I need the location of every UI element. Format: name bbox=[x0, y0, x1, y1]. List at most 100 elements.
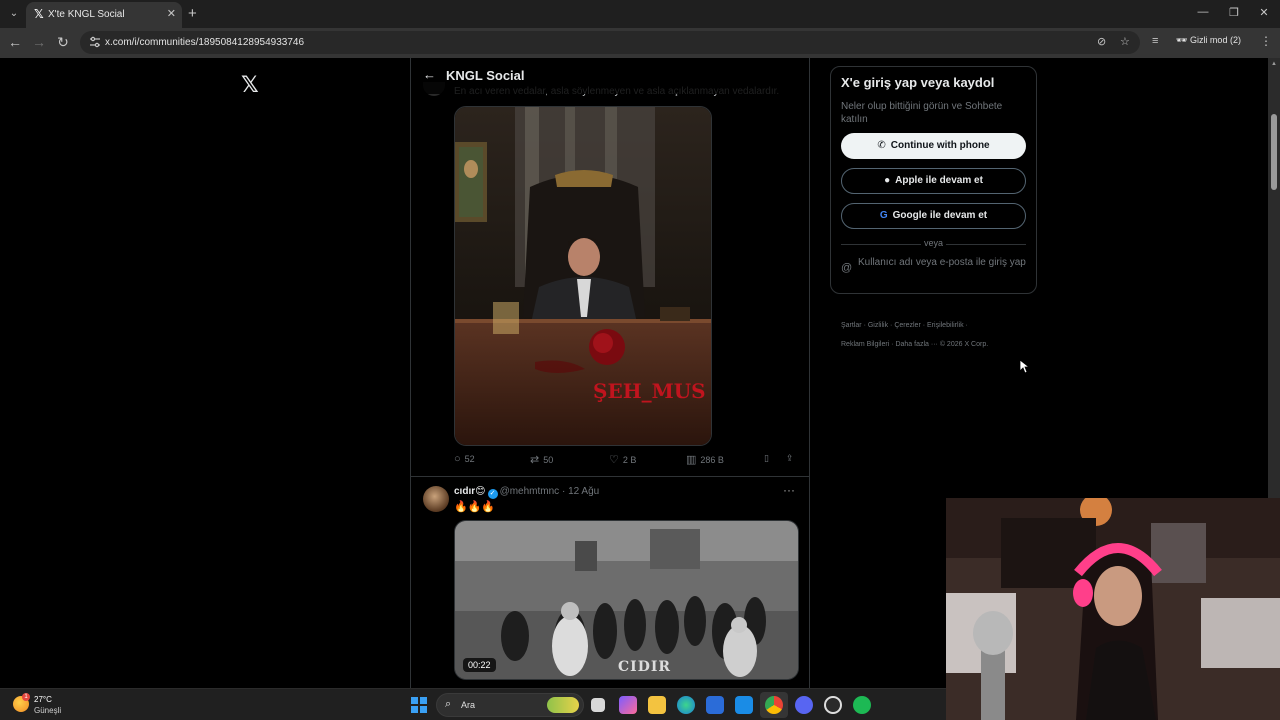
tab-groups-icon[interactable]: ≡ bbox=[1152, 35, 1158, 47]
task-view-icon[interactable] bbox=[591, 698, 605, 712]
heart-icon: ♡ bbox=[609, 454, 619, 466]
restore-icon[interactable]: ❐ bbox=[1227, 6, 1241, 19]
copilot-icon[interactable] bbox=[619, 696, 637, 714]
new-tab-icon[interactable]: + bbox=[188, 5, 197, 22]
views-button[interactable]: ▥ 286 B bbox=[686, 453, 724, 466]
reply-icon: ○ bbox=[454, 453, 461, 465]
taskbar-search[interactable]: ⌕ Ara bbox=[436, 693, 584, 717]
edge-icon[interactable] bbox=[677, 696, 695, 714]
browser-toolbar: ← → ↻ x.com/i/communities/18950841289549… bbox=[0, 28, 1280, 58]
tab-title: X'te KNGL Social bbox=[48, 9, 125, 20]
video-frame bbox=[455, 521, 798, 679]
author-name[interactable]: cıdır bbox=[454, 486, 475, 497]
tweet-author[interactable]: cıdır😊 ✓ @mehmtmnc · 12 Ağu bbox=[454, 486, 599, 499]
reply-button[interactable]: ○ 52 bbox=[454, 453, 475, 465]
username-login-label: Kullanıcı adı veya e-posta ile giriş yap bbox=[858, 257, 1026, 268]
incognito-indicator[interactable]: 🕶 Gizli mod (2) bbox=[1176, 35, 1241, 46]
incognito-icon: 🕶 bbox=[1176, 35, 1190, 45]
x-logo-icon[interactable]: 𝕏 bbox=[241, 72, 259, 98]
video-watermark: CIDIR bbox=[618, 659, 672, 675]
search-icon: ⌕ bbox=[445, 698, 452, 710]
emoji-icon: 😊 bbox=[475, 486, 486, 497]
window-close-icon[interactable]: ✕ bbox=[1257, 6, 1271, 19]
tweet-actions: ○ 52 ⇄ 50 ♡ 2 B ▥ 286 B ▯ ⇪ bbox=[454, 453, 799, 469]
search-highlight-icon bbox=[547, 697, 579, 713]
scroll-thumb[interactable] bbox=[1271, 114, 1277, 190]
tweet-image[interactable]: ŞEH_MUS ULAŞ bbox=[454, 106, 712, 446]
footer-link-more[interactable]: Daha fazla ··· bbox=[895, 341, 937, 348]
tracking-protection-icon[interactable]: ⊘ bbox=[1097, 35, 1106, 48]
tweet-video[interactable]: 00:22 CIDIR bbox=[454, 520, 799, 680]
footer-link-terms[interactable]: Şartlar bbox=[841, 322, 862, 329]
spotify-icon[interactable] bbox=[853, 696, 871, 714]
reply-count: 52 bbox=[464, 454, 475, 464]
file-explorer-icon[interactable] bbox=[648, 696, 666, 714]
scroll-up-icon[interactable]: ▲ bbox=[1271, 61, 1277, 67]
like-count: 2 B bbox=[622, 455, 637, 465]
address-bar[interactable]: x.com/i/communities/1895084128954933746 … bbox=[80, 31, 1140, 54]
windows-taskbar: 1 27°C Güneşli ⌕ Ara bbox=[0, 688, 946, 720]
tab-search-chevron-icon[interactable]: ⌄ bbox=[6, 6, 22, 22]
windows-start-icon[interactable] bbox=[411, 697, 427, 713]
weather-description[interactable]: Güneşli bbox=[34, 706, 61, 715]
discord-icon[interactable] bbox=[795, 696, 813, 714]
login-title: X'e giriş yap veya kaydol bbox=[841, 75, 995, 90]
incognito-label: Gizli mod (2) bbox=[1189, 35, 1241, 45]
or-text: veya bbox=[923, 238, 943, 248]
bookmark-icon[interactable]: ▯ bbox=[764, 453, 769, 464]
login-card: X'e giriş yap veya kaydol Neler olup bit… bbox=[830, 66, 1037, 294]
footer-link-cookies[interactable]: Çerezler bbox=[894, 322, 920, 329]
webcam-feed bbox=[946, 498, 1280, 720]
or-divider: veya bbox=[841, 238, 1026, 250]
reload-icon[interactable]: ↻ bbox=[55, 34, 71, 51]
continue-with-phone-button[interactable]: ✆ Continue with phone bbox=[841, 133, 1026, 159]
tweet-date[interactable]: 12 Ağu bbox=[568, 486, 599, 497]
browser-tab[interactable]: 𝕏 X'te KNGL Social ✕ bbox=[26, 2, 182, 28]
google-login-button[interactable]: G Google ile devam et bbox=[841, 203, 1026, 229]
webcam-overlay bbox=[946, 498, 1280, 720]
apple-button-label: Apple ile devam et bbox=[895, 175, 983, 186]
view-count: 286 B bbox=[700, 455, 724, 465]
browser-menu-icon[interactable]: ⋮ bbox=[1260, 34, 1272, 48]
mail-icon[interactable] bbox=[735, 696, 753, 714]
tweet-divider bbox=[411, 476, 809, 477]
footer-link-ads-info[interactable]: Reklam Bilgileri bbox=[841, 341, 889, 348]
apple-login-button[interactable]: ● Apple ile devam et bbox=[841, 168, 1026, 194]
divider-line bbox=[841, 244, 921, 245]
url-text[interactable]: x.com/i/communities/1895084128954933746 bbox=[105, 37, 304, 48]
bookmark-star-icon[interactable]: ☆ bbox=[1120, 35, 1130, 48]
repost-button[interactable]: ⇄ 50 bbox=[530, 453, 553, 466]
phone-icon: ✆ bbox=[877, 140, 886, 151]
author-handle[interactable]: @mehmtmnc bbox=[500, 486, 560, 497]
store-icon[interactable] bbox=[706, 696, 724, 714]
footer-link-privacy[interactable]: Gizlilik bbox=[868, 322, 888, 329]
poster-title: ŞEH_MUS ULAŞ bbox=[593, 379, 711, 403]
browser-tab-bar: ⌄ 𝕏 X'te KNGL Social ✕ + — ❐ ✕ bbox=[0, 0, 1280, 28]
google-icon: G bbox=[879, 210, 888, 221]
login-subtitle: Neler olup bittiğini görün ve Sohbete ka… bbox=[841, 101, 1003, 125]
minimize-icon[interactable]: — bbox=[1196, 6, 1210, 18]
steam-icon[interactable] bbox=[824, 696, 842, 714]
footer-link-accessibility[interactable]: Erişilebilirlik bbox=[927, 322, 964, 329]
weather-temperature[interactable]: 27°C bbox=[34, 695, 52, 704]
google-button-label: Google ile devam et bbox=[892, 210, 988, 221]
more-options-icon[interactable]: ··· bbox=[783, 483, 795, 497]
chrome-icon[interactable] bbox=[765, 696, 783, 714]
phone-button-label: Continue with phone bbox=[890, 140, 990, 151]
like-button[interactable]: ♡ 2 B bbox=[609, 453, 636, 466]
tweet-text: 🔥🔥🔥 bbox=[454, 501, 496, 513]
site-settings-icon[interactable] bbox=[88, 35, 102, 49]
views-chart-icon: ▥ bbox=[686, 454, 697, 466]
footer-copyright: © 2026 X Corp. bbox=[939, 341, 989, 348]
footer-links: Şartlar · Gizlilik · Çerezler · Erişileb… bbox=[841, 322, 989, 348]
back-arrow-icon[interactable]: ← bbox=[423, 67, 436, 82]
x-favicon-icon: 𝕏 bbox=[34, 7, 44, 21]
tab-close-icon[interactable]: ✕ bbox=[167, 7, 176, 20]
forward-icon[interactable]: → bbox=[31, 34, 47, 50]
video-duration: 00:22 bbox=[463, 658, 496, 672]
at-sign-icon: @ bbox=[841, 262, 853, 274]
mouse-cursor-icon bbox=[1020, 360, 1030, 374]
back-icon[interactable]: ← bbox=[7, 34, 23, 50]
avatar[interactable] bbox=[423, 486, 449, 512]
share-icon[interactable]: ⇪ bbox=[786, 453, 794, 464]
